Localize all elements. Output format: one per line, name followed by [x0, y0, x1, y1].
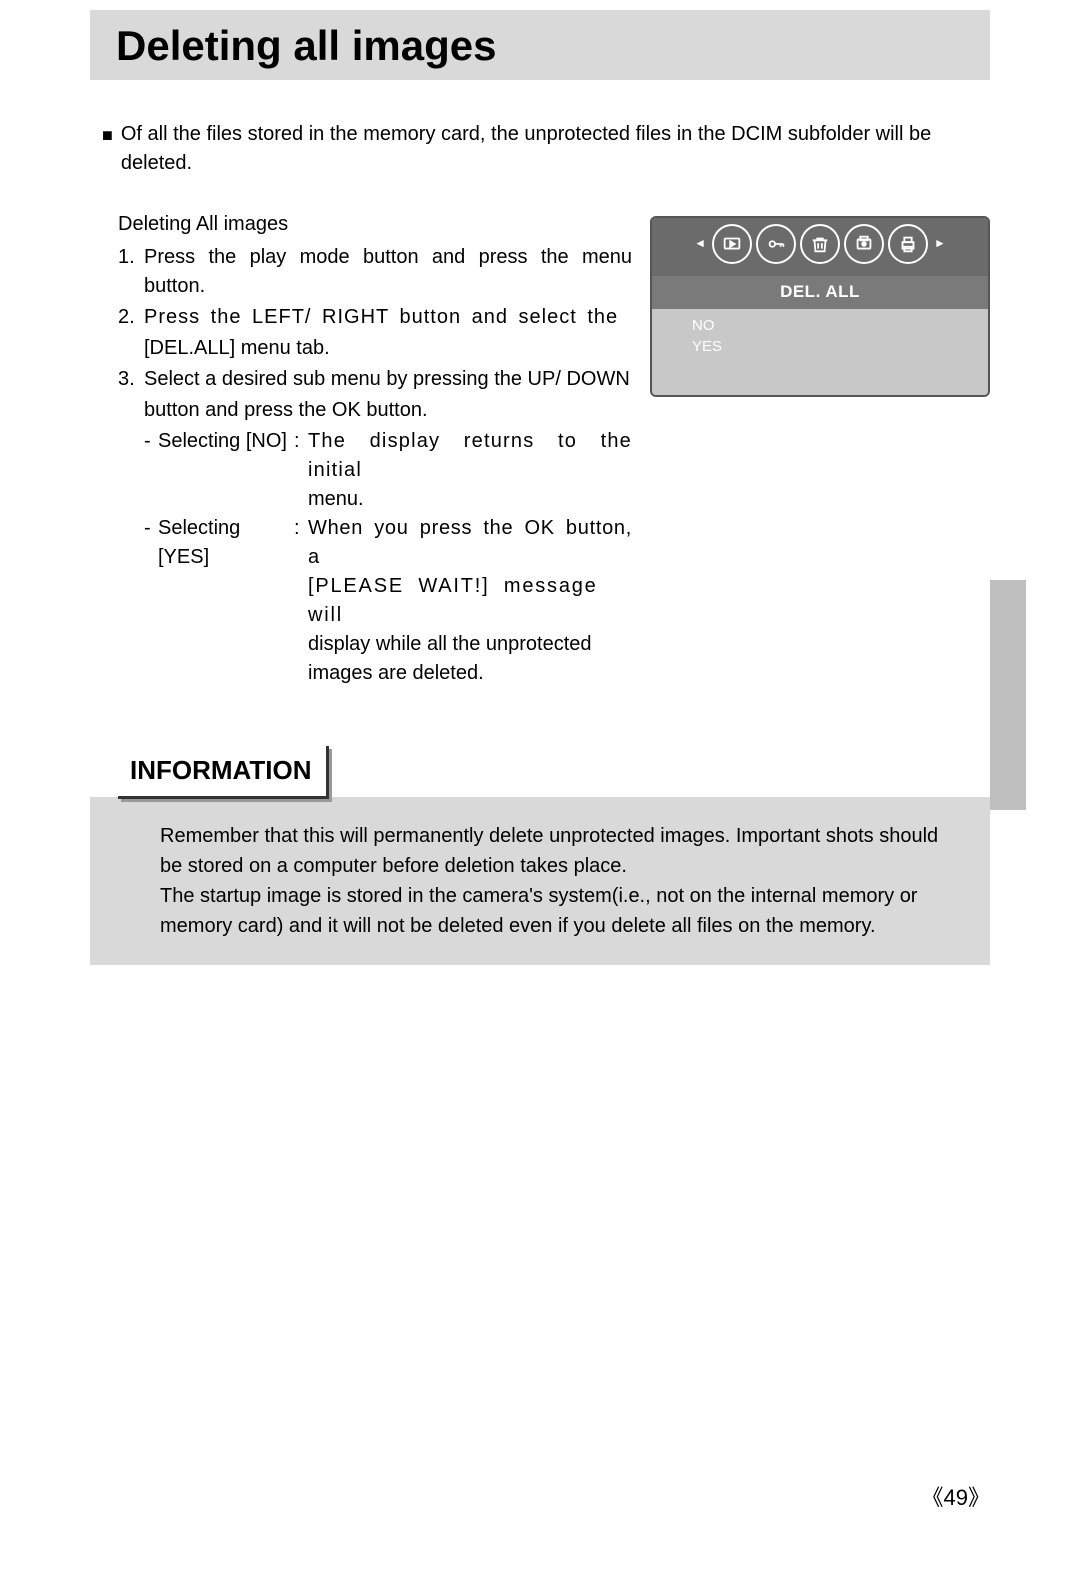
lcd-option-no: NO [692, 315, 988, 336]
select-no-desc-cont: menu. [308, 485, 632, 514]
select-yes-desc: When you press the OK button, a [308, 514, 632, 572]
delete-all-icon [800, 224, 840, 264]
step-1: 1. Press the play mode button and press … [118, 243, 632, 301]
step-text: [DEL.ALL] menu tab. [144, 334, 632, 363]
page-number: 49 [921, 1480, 990, 1512]
dpof-icon [844, 224, 884, 264]
select-no-label: Selecting [NO] [158, 427, 294, 485]
left-arrow-icon: ◄ [692, 235, 708, 252]
step-text: Press the play mode button and press the… [144, 243, 632, 301]
page-title: Deleting all images [116, 22, 964, 70]
select-yes-row: - Selecting [YES] : When you press the O… [144, 514, 632, 572]
step-number: 2. [118, 303, 144, 332]
lcd-icon-strip: ◄ [652, 218, 988, 276]
section-tab [990, 580, 1026, 810]
info-line-2: The startup image is stored in the camer… [160, 881, 960, 941]
select-no-row: - Selecting [NO] : The display returns t… [144, 427, 632, 485]
step-2-cont: [DEL.ALL] menu tab. [118, 334, 632, 363]
step-text: Select a desired sub menu by pressing th… [144, 365, 632, 394]
bullet-icon: ■ [102, 122, 113, 178]
protect-key-icon [756, 224, 796, 264]
lcd-illustration: ◄ [650, 216, 990, 397]
procedure-subhead: Deleting All images [118, 210, 632, 239]
step-3: 3. Select a desired sub menu by pressing… [118, 365, 632, 394]
step-number: 3. [118, 365, 144, 394]
right-arrow-icon: ► [932, 235, 948, 252]
select-no-desc: The display returns to the initial [308, 427, 632, 485]
step-text: button and press the OK button. [144, 396, 632, 425]
information-box: Remember that this will permanently dele… [90, 797, 990, 965]
info-line-1: Remember that this will permanently dele… [160, 821, 960, 881]
step-number: 1. [118, 243, 144, 301]
step-3-cont: button and press the OK button. [118, 396, 632, 425]
print-icon [888, 224, 928, 264]
information-heading: INFORMATION [118, 746, 329, 799]
step-text: Press the LEFT/ RIGHT button and select … [144, 303, 632, 332]
step-2: 2. Press the LEFT/ RIGHT button and sele… [118, 303, 632, 332]
intro-text: Of all the files stored in the memory ca… [121, 120, 990, 178]
select-yes-label: Selecting [YES] [158, 514, 294, 572]
select-yes-desc-cont2: display while all the unprotected images… [308, 630, 632, 688]
lcd-menu-header: DEL. ALL [652, 276, 988, 309]
page-title-bar: Deleting all images [90, 10, 990, 80]
intro-paragraph: ■ Of all the files stored in the memory … [102, 120, 990, 178]
lcd-option-yes: YES [692, 336, 988, 357]
select-yes-desc-cont1: [PLEASE WAIT!] message will [308, 572, 632, 630]
slideshow-icon [712, 224, 752, 264]
